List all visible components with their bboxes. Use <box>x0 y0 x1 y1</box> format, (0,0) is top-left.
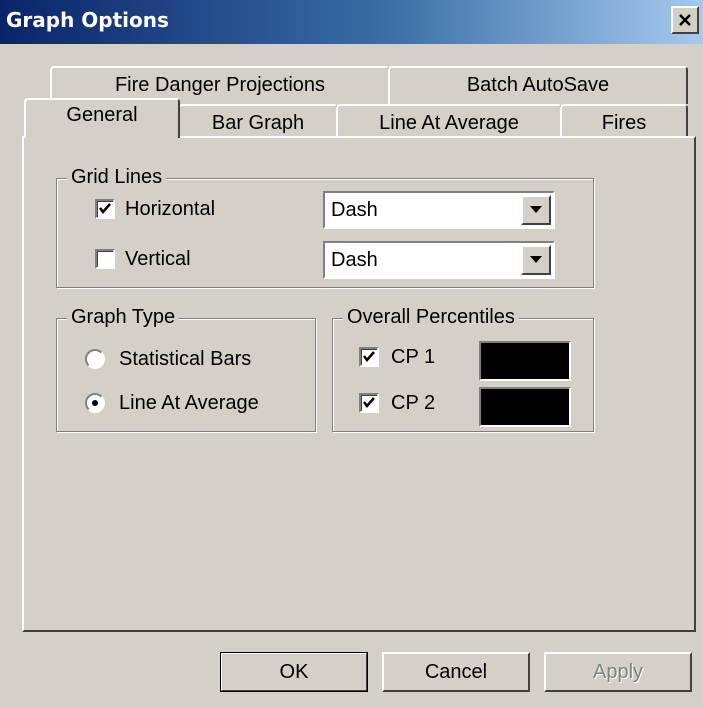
tab-label: Line At Average <box>379 112 519 134</box>
tab-bar-graph[interactable]: Bar Graph <box>178 104 338 138</box>
overall-percentiles-group: Overall Percentiles CP 1 CP 2 <box>332 305 594 432</box>
ok-button[interactable]: OK <box>220 652 368 692</box>
dropdown-arrow-button[interactable] <box>521 195 551 225</box>
tab-batch-autosave[interactable]: Batch AutoSave <box>388 66 688 104</box>
close-icon <box>679 14 691 26</box>
chevron-down-icon <box>530 256 542 263</box>
checkmark-icon <box>363 397 375 408</box>
vertical-style-value: Dash <box>331 249 378 271</box>
tab-fires[interactable]: Fires <box>560 104 688 138</box>
tab-label: Fire Danger Projections <box>114 74 326 96</box>
grid-lines-title: Grid Lines <box>67 165 167 189</box>
graph-type-title: Graph Type <box>67 305 180 329</box>
cp2-label: CP 2 <box>391 392 436 414</box>
cp2-checkbox[interactable] <box>359 393 379 413</box>
statistical-bars-label: Statistical Bars <box>119 348 252 370</box>
cp1-checkbox[interactable] <box>359 347 379 367</box>
cp1-color-swatch[interactable] <box>479 341 571 381</box>
vertical-style-select[interactable]: Dash <box>323 241 555 279</box>
close-button[interactable] <box>671 6 699 34</box>
vertical-label: Vertical <box>125 248 191 270</box>
checkmark-icon <box>363 351 375 362</box>
dropdown-arrow-button[interactable] <box>521 245 551 275</box>
cancel-label: Cancel <box>424 661 488 683</box>
general-tab-page: Grid Lines Horizontal Dash Vertical Dash <box>22 136 696 632</box>
cp1-label: CP 1 <box>391 346 436 368</box>
horizontal-style-value: Dash <box>331 199 378 221</box>
radio-selected-dot <box>92 400 98 406</box>
horizontal-style-select[interactable]: Dash <box>323 191 555 229</box>
cp2-color-swatch[interactable] <box>479 387 571 427</box>
tab-label: Bar Graph <box>211 112 305 134</box>
horizontal-label: Horizontal <box>125 198 216 220</box>
horizontal-checkbox[interactable] <box>95 199 115 219</box>
window-title: Graph Options <box>6 8 169 32</box>
statistical-bars-radio[interactable] <box>85 349 105 369</box>
line-at-average-label: Line At Average <box>119 392 259 414</box>
ok-label: OK <box>279 661 309 683</box>
apply-label: Apply <box>592 661 644 683</box>
vertical-checkbox[interactable] <box>95 249 115 269</box>
cancel-button[interactable]: Cancel <box>382 652 530 692</box>
tab-general[interactable]: General <box>24 98 180 138</box>
checkmark-icon <box>99 203 111 214</box>
grid-lines-group: Grid Lines Horizontal Dash Vertical Dash <box>56 165 594 288</box>
overall-percentiles-title: Overall Percentiles <box>343 305 519 329</box>
chevron-down-icon <box>530 206 542 213</box>
title-bar[interactable]: Graph Options <box>0 0 703 44</box>
graph-type-group: Graph Type Statistical Bars Line At Aver… <box>56 305 316 432</box>
tab-line-at-average[interactable]: Line At Average <box>336 104 562 138</box>
tab-label: General <box>66 104 138 126</box>
line-at-average-radio[interactable] <box>85 393 105 413</box>
graph-options-dialog: Graph Options Fire Danger Projections Ba… <box>0 0 703 708</box>
apply-button[interactable]: Apply <box>544 652 692 692</box>
tab-label: Fires <box>601 112 647 134</box>
tab-label: Batch AutoSave <box>466 74 610 96</box>
